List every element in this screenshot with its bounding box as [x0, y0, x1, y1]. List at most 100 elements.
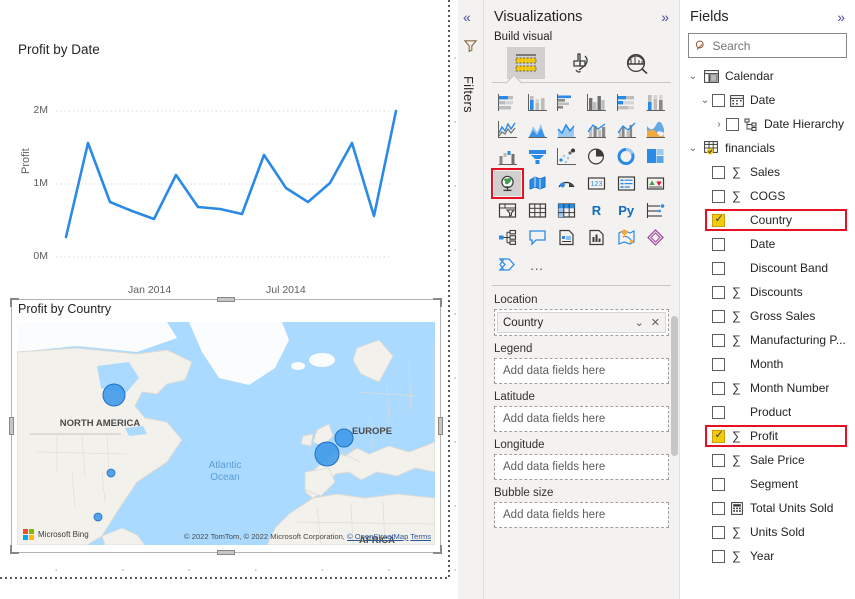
viz-more-options[interactable]: … — [524, 252, 551, 277]
twisty-icon[interactable]: ⌄ — [686, 143, 700, 154]
field-checkbox[interactable] — [726, 117, 739, 131]
viz-ribbon-chart[interactable] — [642, 117, 669, 142]
filters-pane-collapsed[interactable]: « Filters — [458, 0, 484, 599]
viz-card[interactable]: 123 — [583, 171, 610, 196]
fields-tree-calculated-total-units-sold[interactable]: Total Units Sold — [680, 496, 855, 520]
viz-power-automate[interactable] — [494, 252, 521, 277]
viz-waterfall-chart[interactable] — [494, 144, 521, 169]
viz-decomposition-tree[interactable] — [494, 225, 521, 250]
viz-matrix[interactable] — [553, 198, 580, 223]
map-canvas[interactable]: Atlantic Ocean NORTH AMERICA EUROPE AFRI… — [17, 322, 435, 545]
resize-handle-left[interactable] — [9, 417, 14, 435]
resize-handle-bottom[interactable] — [217, 550, 235, 555]
resize-handle-top-left[interactable] — [10, 298, 19, 307]
collapse-visualizations-chevron-icon[interactable]: » — [661, 10, 669, 24]
fields-tree-field-discount-band[interactable]: Discount Band — [680, 256, 855, 280]
field-checkbox[interactable] — [712, 93, 725, 107]
fields-search-box[interactable] — [688, 33, 847, 58]
viz-python-visual[interactable]: Py — [613, 198, 640, 223]
report-canvas[interactable]: Profit by Date Profit 2M 1M 0M Jan 2014 … — [0, 0, 458, 599]
viz-filled-map[interactable] — [524, 171, 551, 196]
resize-handle-right[interactable] — [438, 417, 443, 435]
filter-icon[interactable] — [463, 38, 478, 53]
well-latitude[interactable]: Add data fields here — [494, 406, 669, 432]
fields-tree-field-date[interactable]: ⌄ Date — [680, 88, 855, 112]
fields-tree-measure-year[interactable]: ∑ Year — [680, 544, 855, 568]
resize-handle-top-right[interactable] — [433, 298, 442, 307]
fields-tree-measure-cogs[interactable]: ∑ COGS — [680, 184, 855, 208]
remove-field-icon[interactable]: ✕ — [651, 316, 660, 329]
visualizations-pane-scrollbar[interactable] — [671, 316, 678, 456]
well-legend[interactable]: Add data fields here — [494, 358, 669, 384]
well-longitude[interactable]: Add data fields here — [494, 454, 669, 480]
fields-tree-field-date-financials[interactable]: Date — [680, 232, 855, 256]
fields-tree-measure-units-sold[interactable]: ∑ Units Sold — [680, 520, 855, 544]
search-input[interactable] — [712, 38, 840, 53]
viz-line-and-clustered-column-chart[interactable] — [613, 117, 640, 142]
fields-tree-table-calendar[interactable]: ⌄ Calendar — [680, 64, 855, 88]
well-bubble-size[interactable]: Add data fields here — [494, 502, 669, 528]
viz-clustered-column-chart[interactable] — [583, 90, 610, 115]
fields-tree-measure-manufacturing-price[interactable]: ∑ Manufacturing P... — [680, 328, 855, 352]
resize-handle-bottom-right[interactable] — [433, 545, 442, 554]
fields-tree-field-segment[interactable]: Segment — [680, 472, 855, 496]
fields-tree-measure-profit[interactable]: ∑ Profit — [680, 424, 855, 448]
twisty-icon[interactable]: ⌄ — [698, 95, 712, 106]
terms-link[interactable]: Terms — [410, 532, 431, 541]
field-checkbox[interactable] — [712, 212, 725, 227]
fields-pane[interactable]: Fields » ⌄ Calendar ⌄ — [680, 0, 855, 599]
twisty-icon[interactable]: ⌄ — [686, 71, 700, 82]
viz-clustered-bar-chart[interactable] — [553, 90, 580, 115]
viz-smart-narrative[interactable] — [583, 225, 610, 250]
fields-tree-measure-sale-price[interactable]: ∑ Sale Price — [680, 448, 855, 472]
viz-donut-chart[interactable] — [613, 144, 640, 169]
field-checkbox[interactable] — [712, 477, 725, 491]
viz-power-apps[interactable] — [642, 225, 669, 250]
field-checkbox[interactable] — [712, 453, 725, 467]
fields-tree-table-financials[interactable]: ⌄ financials — [680, 136, 855, 160]
viz-slicer[interactable] — [494, 198, 521, 223]
field-checkbox[interactable] — [712, 501, 725, 515]
fields-tree-field-country[interactable]: Country — [680, 208, 855, 232]
resize-handle-top[interactable] — [217, 297, 235, 302]
viz-area-chart[interactable] — [524, 117, 551, 142]
field-checkbox[interactable] — [712, 237, 725, 251]
fields-tree-field-month[interactable]: Month — [680, 352, 855, 376]
viz-pie-chart[interactable] — [583, 144, 610, 169]
viz-stacked-bar-chart[interactable] — [494, 90, 521, 115]
map-visual[interactable]: Profit by Country Atlantic Ocean NORTH A… — [9, 297, 443, 555]
field-checkbox[interactable] — [712, 333, 725, 347]
chevron-down-icon[interactable]: ⌄ — [635, 316, 644, 329]
field-checkbox[interactable] — [712, 405, 725, 419]
viz-map[interactable] — [491, 168, 524, 199]
field-checkbox[interactable] — [712, 285, 725, 299]
fields-tree-measure-gross-sales[interactable]: ∑ Gross Sales — [680, 304, 855, 328]
field-chip-country[interactable]: Country ⌄ ✕ — [497, 312, 666, 333]
tab-analytics[interactable] — [618, 47, 656, 79]
openstreetmap-link[interactable]: © OpenStreetMap — [347, 532, 408, 541]
field-checkbox[interactable] — [712, 525, 725, 539]
fields-tree-measure-discounts[interactable]: ∑ Discounts — [680, 280, 855, 304]
viz-q-and-a[interactable] — [524, 225, 551, 250]
viz-azure-map[interactable] — [553, 171, 580, 196]
viz-paginated-report[interactable] — [553, 225, 580, 250]
viz-kpi[interactable] — [642, 171, 669, 196]
viz-stacked-area-chart[interactable] — [553, 117, 580, 142]
field-checkbox[interactable] — [712, 261, 725, 275]
visual-type-gallery[interactable]: 123 R Py … — [484, 83, 679, 281]
expand-filters-chevron-icon[interactable]: « — [463, 10, 471, 24]
viz-scatter-chart[interactable] — [553, 144, 580, 169]
collapse-fields-chevron-icon[interactable]: » — [837, 10, 845, 24]
viz-100-percent-stacked-column-chart[interactable] — [642, 90, 669, 115]
twisty-icon[interactable]: › — [712, 119, 726, 130]
field-wells[interactable]: Location Country ⌄ ✕ Legend Add data fie… — [484, 286, 679, 528]
resize-handle-bottom-left[interactable] — [10, 545, 19, 554]
viz-arcgis-maps[interactable] — [613, 225, 640, 250]
viz-multi-row-card[interactable] — [613, 171, 640, 196]
fields-tree[interactable]: ⌄ Calendar ⌄ Date › Date Hierarchy ⌄ fin… — [680, 58, 855, 568]
field-checkbox[interactable] — [712, 381, 725, 395]
viz-table[interactable] — [524, 198, 551, 223]
viz-r-script-visual[interactable]: R — [583, 198, 610, 223]
fields-tree-measure-month-number[interactable]: ∑ Month Number — [680, 376, 855, 400]
line-chart-visual[interactable]: Profit by Date Profit 2M 1M 0M Jan 2014 … — [4, 32, 444, 314]
